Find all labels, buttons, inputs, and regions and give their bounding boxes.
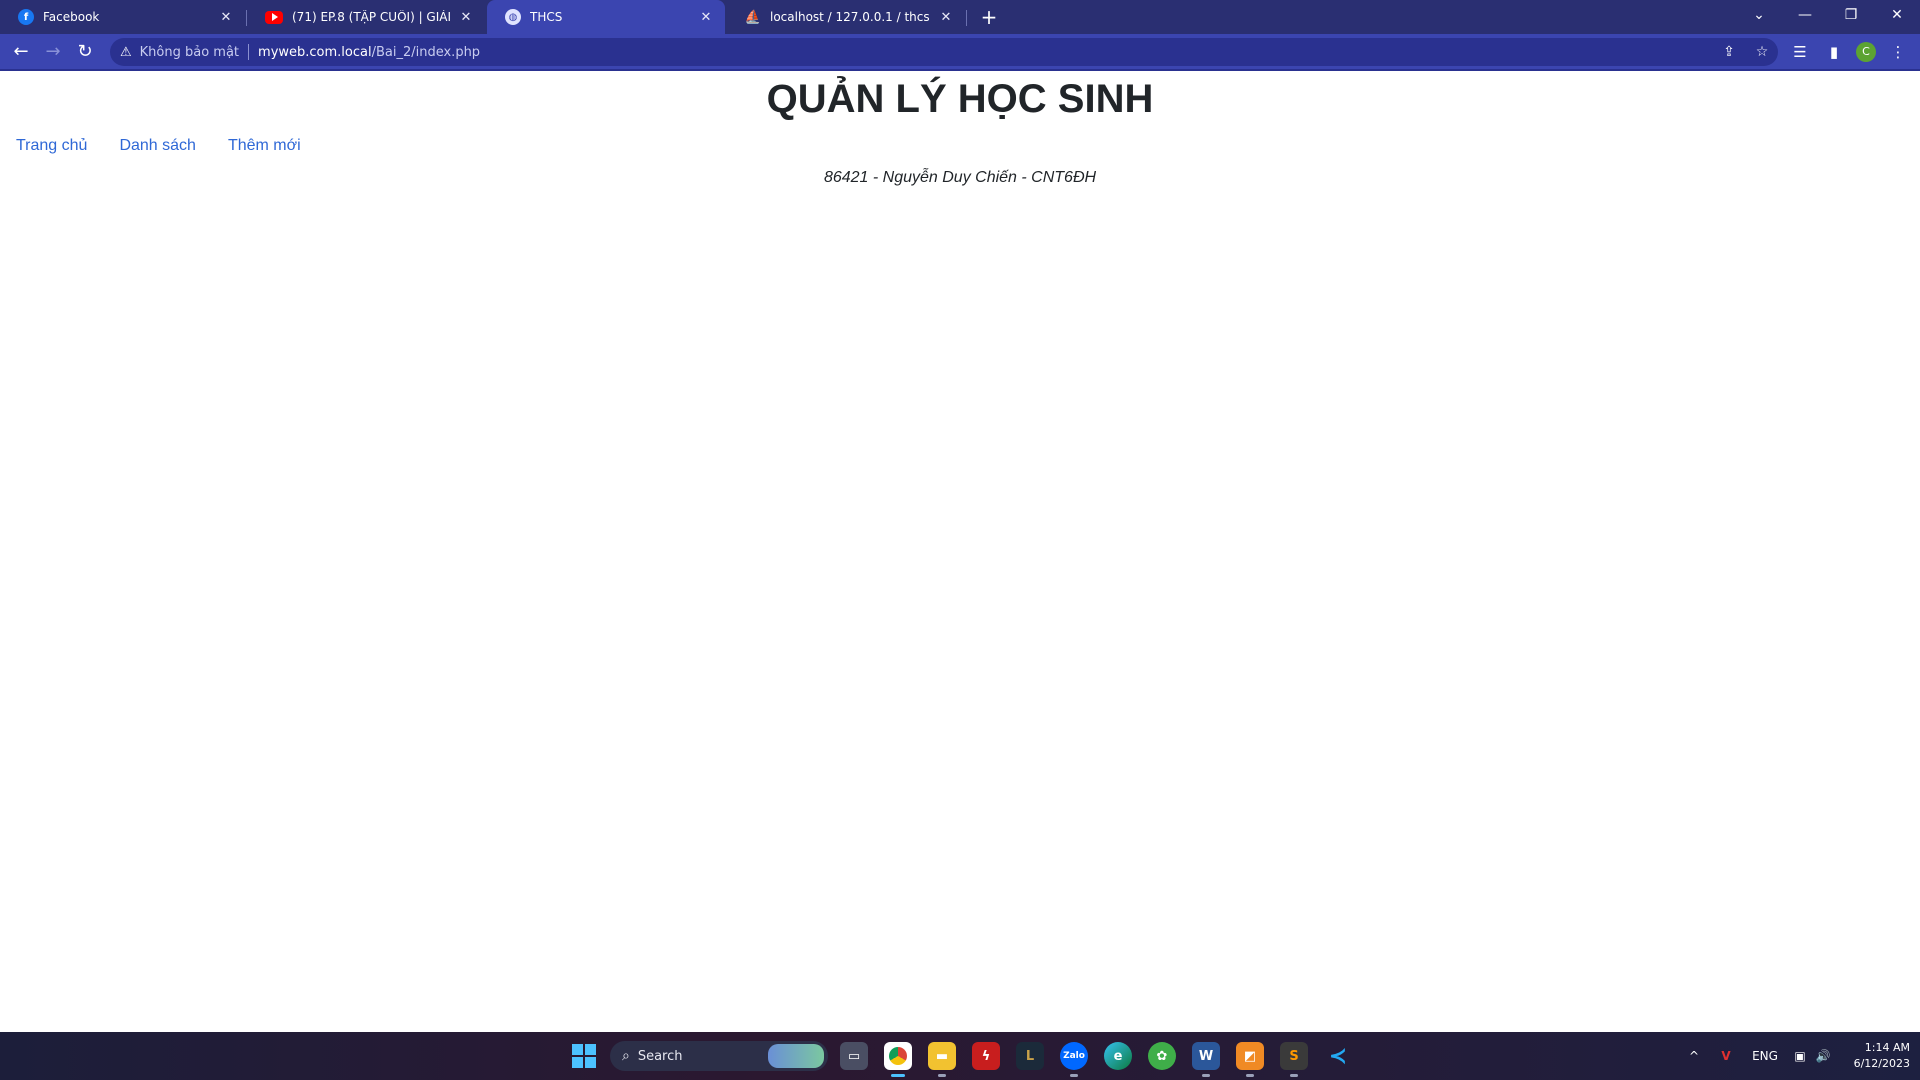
edge-icon[interactable]: e	[1104, 1042, 1132, 1070]
side-panel-icon[interactable]: ▮	[1820, 38, 1848, 66]
task-view-icon[interactable]: ▭	[840, 1042, 868, 1070]
url-host: myweb.com.local	[258, 44, 372, 60]
back-button[interactable]: ←	[7, 38, 35, 66]
youtube-icon	[265, 10, 283, 24]
network-icon[interactable]: ▣	[1790, 1032, 1810, 1080]
nav-link-list[interactable]: Danh sách	[119, 137, 196, 155]
address-bar[interactable]: ⚠ Không bảo mật myweb.com.local/Bai_2/in…	[110, 38, 1778, 66]
search-highlight-image	[768, 1044, 824, 1068]
nav-link-home[interactable]: Trang chủ	[16, 137, 87, 155]
running-indicator	[891, 1074, 905, 1077]
close-icon[interactable]: ✕	[697, 10, 715, 25]
league-icon[interactable]: L	[1016, 1042, 1044, 1070]
windows-start-icon[interactable]	[572, 1044, 596, 1068]
tab-label: localhost / 127.0.0.1 / thcs / hocs	[770, 10, 931, 24]
browser-toolbar: ← → ↻ ⚠ Không bảo mật myweb.com.local/Ba…	[0, 34, 1920, 70]
volume-icon[interactable]: 🔊	[1812, 1032, 1834, 1080]
word-icon[interactable]: W	[1192, 1042, 1220, 1077]
browser-tab-strip: f Facebook ✕ (71) EP.8 (TẬP CUỐI) | GIẢI…	[0, 0, 1920, 34]
globe-icon: ◍	[505, 9, 521, 25]
close-window-button[interactable]: ✕	[1874, 0, 1920, 30]
omnibox-divider	[248, 44, 250, 60]
vscode-icon[interactable]: ≺	[1324, 1042, 1352, 1070]
search-label: Search	[637, 1048, 683, 1064]
system-clock[interactable]: 1:14 AM 6/12/2023	[1840, 1040, 1910, 1072]
security-label[interactable]: Không bảo mật	[140, 45, 239, 60]
windows-taskbar: ⌕ Search ▭ ▬ ϟ L Zalo e ✿ W ◩ S ≺ ^ V EN…	[0, 1032, 1920, 1080]
clock-date: 6/12/2023	[1853, 1057, 1910, 1070]
warning-icon: ⚠	[120, 44, 132, 60]
tab-label: THCS	[530, 10, 563, 24]
chrome-icon[interactable]	[884, 1042, 912, 1077]
page-title: QUẢN LÝ HỌC SINH	[766, 77, 1154, 121]
tab-label: (71) EP.8 (TẬP CUỐI) | GIẢI ĐỀ TH	[292, 10, 451, 24]
sublime-icon[interactable]: S	[1280, 1042, 1308, 1077]
search-icon: ⌕	[622, 1048, 630, 1064]
tab-youtube[interactable]: (71) EP.8 (TẬP CUỐI) | GIẢI ĐỀ TH ✕	[247, 0, 485, 34]
coccoc-icon[interactable]: ✿	[1148, 1042, 1176, 1070]
word-label: W	[1198, 1048, 1214, 1064]
taskbar-search-box[interactable]: ⌕ Search	[610, 1041, 828, 1071]
running-indicator	[1246, 1074, 1254, 1077]
forward-button[interactable]: →	[39, 38, 67, 66]
web-page: QUẢN LÝ HỌC SINH Trang chủ Danh sách Thê…	[0, 71, 1920, 1032]
url-path: /Bai_2/index.php	[371, 44, 481, 60]
running-indicator	[1070, 1074, 1078, 1077]
phpmyadmin-icon: ⛵	[744, 9, 762, 25]
running-indicator	[1290, 1074, 1298, 1077]
language-indicator[interactable]: ENG	[1748, 1032, 1782, 1080]
facebook-icon: f	[18, 9, 34, 25]
minimize-button[interactable]: —	[1782, 0, 1828, 30]
nav-link-add-new[interactable]: Thêm mới	[228, 137, 301, 155]
menu-kebab-icon[interactable]: ⋮	[1884, 38, 1912, 66]
restore-button[interactable]: ❐	[1828, 0, 1874, 30]
orange-app-icon[interactable]: ◩	[1236, 1042, 1264, 1077]
zalo-icon[interactable]: Zalo	[1060, 1042, 1088, 1077]
share-icon[interactable]: ⇪	[1715, 38, 1743, 66]
new-tab-button[interactable]: +	[976, 4, 1002, 30]
close-icon[interactable]: ✕	[937, 10, 955, 25]
reload-button[interactable]: ↻	[71, 38, 99, 66]
chevron-up-icon[interactable]: ^	[1682, 1032, 1706, 1080]
running-indicator	[938, 1074, 946, 1077]
student-info-footer: 86421 - Nguyễn Duy Chiến - CNT6ĐH	[823, 169, 1097, 186]
close-icon[interactable]: ✕	[217, 10, 235, 25]
tab-label: Facebook	[43, 10, 100, 24]
unikey-icon[interactable]: V	[1714, 1032, 1738, 1080]
file-explorer-icon[interactable]: ▬	[928, 1042, 956, 1077]
tab-phpmyadmin[interactable]: ⛵ localhost / 127.0.0.1 / thcs / hocs ✕	[727, 0, 965, 34]
main-nav: Trang chủ Danh sách Thêm mới	[16, 137, 333, 155]
reading-list-icon[interactable]: ☰	[1786, 38, 1814, 66]
flash-icon[interactable]: ϟ	[972, 1042, 1000, 1070]
tab-thcs[interactable]: ◍ THCS ✕	[487, 0, 725, 34]
profile-avatar[interactable]: C	[1856, 42, 1876, 62]
tab-divider	[966, 10, 967, 26]
bookmark-star-icon[interactable]: ☆	[1748, 38, 1776, 66]
tab-facebook[interactable]: f Facebook ✕	[0, 0, 245, 34]
tab-search-button[interactable]: ⌄	[1736, 0, 1782, 30]
running-indicator	[1202, 1074, 1210, 1077]
clock-time: 1:14 AM	[1864, 1041, 1910, 1054]
zalo-label: Zalo	[1063, 1051, 1085, 1061]
close-icon[interactable]: ✕	[457, 10, 475, 25]
